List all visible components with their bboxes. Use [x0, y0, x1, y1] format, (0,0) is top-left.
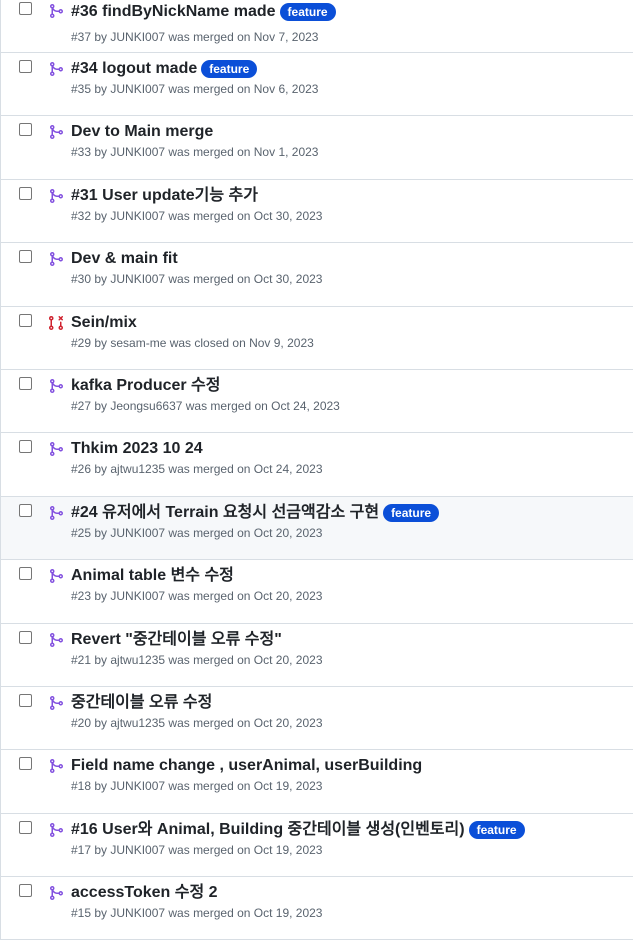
pull-request-row[interactable]: Field name change , userAnimal, userBuil… — [0, 750, 633, 814]
closed-pr-icon — [48, 315, 64, 331]
title-line: #24 유저에서 Terrain 요청시 선금액감소 구현 feature — [71, 501, 440, 525]
pull-request-title-link[interactable]: Revert "중간테이블 오류 수정" — [71, 628, 282, 652]
pull-request-title-link[interactable]: Field name change , userAnimal, userBuil… — [71, 754, 422, 778]
pull-request-meta: #21 by ajtwu1235 was merged on Oct 20, 2… — [71, 652, 323, 667]
merged-icon — [48, 822, 64, 838]
pull-request-title-link[interactable]: Dev to Main merge — [71, 120, 213, 144]
title-line: Field name change , userAnimal, userBuil… — [71, 754, 422, 778]
pull-request-row[interactable]: #31 User update기능 추가 #32 by JUNKI007 was … — [0, 179, 633, 244]
select-checkbox[interactable] — [19, 440, 32, 454]
pull-request-meta: #26 by ajtwu1235 was merged on Oct 24, 2… — [71, 462, 323, 477]
feature-label-badge[interactable]: feature — [201, 60, 258, 78]
title-line: 중간테이블 오류 수정 — [71, 691, 212, 715]
merged-icon — [48, 378, 64, 394]
pull-request-meta: #35 by JUNKI007 was merged on Nov 6, 202… — [71, 82, 319, 96]
pull-request-title-link[interactable]: Dev & main fit — [71, 247, 178, 271]
pull-request-meta: #18 by JUNKI007 was merged on Oct 19, 20… — [71, 779, 323, 794]
pull-request-meta: #29 by sesam-me was closed on Nov 9, 202… — [71, 335, 314, 350]
select-checkbox[interactable] — [19, 2, 32, 15]
title-line: Dev to Main merge — [71, 120, 213, 144]
select-checkbox[interactable] — [19, 186, 32, 200]
pull-request-title-link[interactable]: 중간테이블 오류 수정 — [71, 691, 212, 715]
merged-icon — [48, 124, 64, 140]
pull-request-meta: #33 by JUNKI007 was merged on Nov 1, 202… — [71, 145, 319, 160]
pull-request-meta: #37 by JUNKI007 was merged on Nov 7, 202… — [71, 30, 319, 44]
pull-request-row[interactable]: Animal table 변수 수정 #23 by JUNKI007 was me… — [0, 560, 633, 624]
pull-request-meta: #17 by JUNKI007 was merged on Oct 19, 20… — [71, 842, 323, 857]
pull-request-row[interactable]: Dev & main fit #30 by JUNKI007 was merged… — [0, 243, 633, 307]
select-checkbox[interactable] — [19, 503, 32, 517]
pull-request-row[interactable]: #34 logout made feature #35 by JUNKI007 wa… — [0, 53, 633, 117]
merged-icon — [48, 568, 64, 584]
pull-request-row[interactable]: accessToken 수정 2 #15 by JUNKI007 was merg… — [0, 877, 633, 940]
merged-icon — [48, 885, 64, 901]
select-checkbox[interactable] — [19, 123, 32, 137]
title-line: #16 User와 Animal, Building 중간테이블 생성(인벤토리… — [71, 818, 525, 842]
title-line: #34 logout made feature — [71, 57, 258, 81]
merged-icon — [48, 695, 64, 711]
title-line: #36 findByNickName made feature — [71, 0, 336, 24]
pull-request-title-link[interactable]: #24 유저에서 Terrain 요청시 선금액감소 구현 — [71, 501, 379, 525]
pull-request-meta: #30 by JUNKI007 was merged on Oct 30, 20… — [71, 272, 323, 287]
select-checkbox[interactable] — [19, 60, 32, 73]
select-checkbox[interactable] — [19, 757, 32, 771]
select-checkbox[interactable] — [19, 250, 32, 264]
select-checkbox[interactable] — [19, 567, 32, 581]
merged-icon — [48, 61, 64, 77]
pull-request-title-link[interactable]: #36 findByNickName made — [71, 0, 276, 24]
merged-icon — [48, 632, 64, 648]
title-line: Thkim 2023 10 24 — [71, 437, 203, 461]
pull-request-meta: #25 by JUNKI007 was merged on Oct 20, 20… — [71, 525, 323, 540]
feature-label-badge[interactable]: feature — [383, 503, 440, 522]
pull-request-row[interactable]: Revert "중간테이블 오류 수정" #21 by ajtwu1235 was… — [0, 623, 633, 687]
merged-icon — [48, 441, 64, 457]
feature-label-badge[interactable]: feature — [279, 3, 336, 21]
pull-request-row[interactable]: Thkim 2023 10 24 #26 by ajtwu1235 was mer… — [0, 433, 633, 497]
pull-request-title-link[interactable]: Animal table 변수 수정 — [71, 564, 234, 588]
pull-request-title-link[interactable]: #31 User update기능 추가 — [71, 184, 258, 208]
pull-request-meta: #23 by JUNKI007 was merged on Oct 20, 20… — [71, 589, 323, 604]
pull-request-meta: #32 by JUNKI007 was merged on Oct 30, 20… — [71, 208, 323, 223]
pull-request-title-link[interactable]: Sein/mix — [71, 311, 137, 335]
pull-request-row[interactable]: Sein/mix #29 by sesam-me was closed on No… — [0, 306, 633, 370]
merged-icon — [48, 188, 64, 204]
pull-request-row[interactable]: #36 findByNickName made feature #37 by JUN… — [0, 0, 633, 53]
merged-icon — [48, 251, 64, 267]
merged-icon — [48, 505, 64, 521]
pull-request-meta: #27 by Jeongsu6637 was merged on Oct 24,… — [71, 398, 340, 413]
pull-request-title-link[interactable]: #16 User와 Animal, Building 중간테이블 생성(인벤토리… — [71, 818, 465, 842]
title-line: Revert "중간테이블 오류 수정" — [71, 628, 282, 652]
title-line: accessToken 수정 2 — [71, 881, 218, 905]
pull-request-title-link[interactable]: accessToken 수정 2 — [71, 881, 218, 905]
select-checkbox[interactable] — [19, 376, 32, 390]
title-line: Animal table 변수 수정 — [71, 564, 234, 588]
select-checkbox[interactable] — [19, 313, 32, 327]
pull-request-row[interactable]: #24 유저에서 Terrain 요청시 선금액감소 구현 feature #25 … — [0, 496, 633, 561]
pull-request-list: #36 findByNickName made feature #37 by JUN… — [0, 0, 633, 940]
merged-icon — [48, 3, 64, 19]
title-line: #31 User update기능 추가 — [71, 184, 258, 208]
select-checkbox[interactable] — [19, 884, 32, 898]
pull-request-row[interactable]: #16 User와 Animal, Building 중간테이블 생성(인벤토리… — [0, 813, 633, 878]
title-line: kafka Producer 수정 — [71, 374, 221, 398]
title-line: Dev & main fit — [71, 247, 178, 271]
select-checkbox[interactable] — [19, 820, 32, 834]
pull-request-title-link[interactable]: #34 logout made — [71, 57, 197, 81]
pull-request-row[interactable]: 중간테이블 오류 수정 #20 by ajtwu1235 was merged o… — [0, 686, 633, 751]
select-checkbox[interactable] — [19, 693, 32, 707]
pull-request-row[interactable]: Dev to Main merge #33 by JUNKI007 was mer… — [0, 116, 633, 180]
pull-request-title-link[interactable]: kafka Producer 수정 — [71, 374, 221, 398]
pull-request-title-link[interactable]: Thkim 2023 10 24 — [71, 437, 203, 461]
title-line: Sein/mix — [71, 311, 137, 335]
feature-label-badge[interactable]: feature — [468, 820, 525, 839]
pull-request-meta: #20 by ajtwu1235 was merged on Oct 20, 2… — [71, 715, 323, 730]
merged-icon — [48, 758, 64, 774]
pull-request-row[interactable]: kafka Producer 수정 #27 by Jeongsu6637 was … — [0, 369, 633, 434]
select-checkbox[interactable] — [19, 630, 32, 644]
pull-request-meta: #15 by JUNKI007 was merged on Oct 19, 20… — [71, 906, 323, 921]
